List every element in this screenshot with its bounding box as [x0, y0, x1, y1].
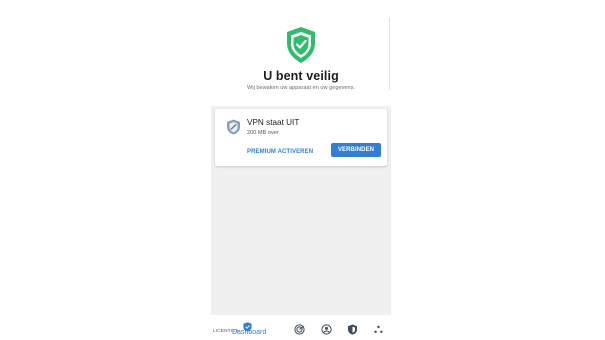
dashboard-shield-icon: [243, 319, 252, 332]
status-hero: U bent veilig Wij bewaken uw apparaat en…: [211, 0, 391, 106]
status-subtitle: Wij bewaken uw apparaat en uw gegevens.: [247, 85, 355, 91]
app-screen: U bent veilig Wij bewaken uw apparaat en…: [211, 0, 391, 340]
edge-divider: [389, 18, 390, 90]
nav-dashboard-label: Dashboard: [232, 329, 267, 336]
status-title: U bent veilig: [263, 69, 339, 83]
nav-dashboard[interactable]: Dashboard: [228, 319, 268, 338]
vpn-card: VPN staat UIT 200 MB over PREMIUM ACTIVE…: [215, 109, 387, 166]
bottom-navigation: LICENTIES Dashboard: [211, 315, 391, 340]
privacy-icon[interactable]: [321, 322, 332, 335]
scan-target-icon[interactable]: [294, 322, 305, 335]
vpn-status-title: VPN staat UIT: [247, 118, 300, 127]
shield-check-icon: [285, 26, 317, 64]
more-dots-icon[interactable]: [373, 322, 384, 333]
connect-button[interactable]: VERBINDEN: [331, 143, 381, 157]
vpn-data-remaining: 200 MB over: [247, 130, 279, 136]
protection-shield-icon[interactable]: [347, 322, 358, 335]
activate-premium-button[interactable]: PREMIUM ACTIVEREN: [244, 146, 316, 158]
vpn-shield-icon: [226, 119, 241, 135]
